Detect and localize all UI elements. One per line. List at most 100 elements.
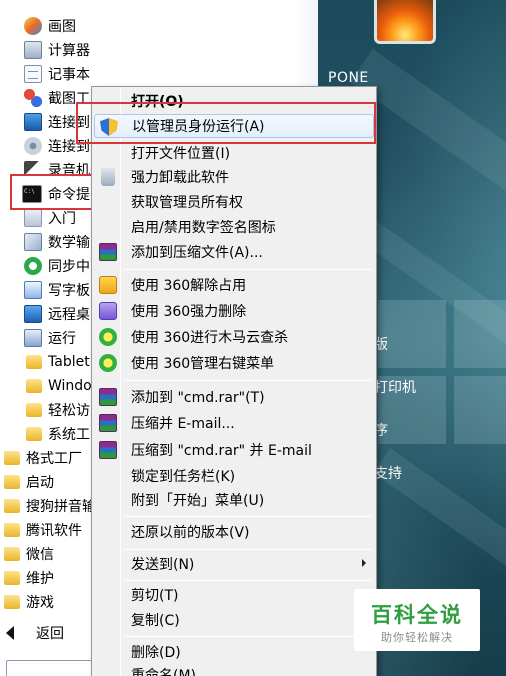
folder-system-tools[interactable]: 系统工 — [26, 422, 90, 446]
360-scan-icon — [99, 328, 117, 346]
program-command-prompt[interactable]: 命令提 — [22, 182, 90, 206]
folder-icon — [26, 427, 42, 441]
menu-separator — [124, 380, 372, 381]
menu-item-open-file-location[interactable]: 打开文件位置(I) — [94, 141, 374, 165]
cmd-icon — [22, 185, 42, 203]
sync-center-icon — [24, 257, 42, 275]
menu-item-toggle-signature-icon[interactable]: 启用/禁用数字签名图标 — [94, 215, 374, 239]
math-input-icon — [24, 233, 42, 251]
folder-icon — [26, 403, 42, 417]
folder-windows[interactable]: Windo — [26, 374, 92, 398]
menu-item-add-to-cmd-rar[interactable]: 添加到 "cmd.rar"(T) — [94, 385, 374, 409]
program-notepad[interactable]: 记事本 — [24, 62, 90, 86]
baike-watermark: 百科全说 助你轻松解决 — [354, 589, 480, 651]
program-paint[interactable]: 画图 — [24, 14, 76, 38]
menu-separator — [124, 269, 372, 270]
watermark-subtitle: 助你轻松解决 — [381, 631, 453, 644]
folder-wechat[interactable]: 微信 — [4, 542, 54, 566]
menu-item-360-trojan-scan[interactable]: 使用 360进行木马云查杀 — [94, 325, 374, 349]
menu-item-open[interactable]: 打开(O) — [94, 89, 374, 113]
program-getting-started[interactable]: 入门 — [24, 206, 76, 230]
watermark-title: 百科全说 — [371, 603, 463, 627]
menu-item-360-manage-menu[interactable]: 使用 360管理右键菜单 — [94, 351, 374, 375]
360-scan-icon — [99, 354, 117, 372]
program-calculator[interactable]: 计算器 — [24, 38, 90, 62]
back-button[interactable]: 返回 — [6, 623, 64, 643]
wordpad-icon — [24, 281, 42, 299]
menu-item-run-as-admin[interactable]: 以管理员身份运行(A) — [94, 114, 374, 138]
folder-format-factory[interactable]: 格式工厂 — [4, 446, 82, 470]
menu-item-pin-taskbar[interactable]: 锁定到任务栏(K) — [94, 464, 374, 488]
folder-icon — [4, 595, 20, 609]
menu-item-rename[interactable]: 重命名(M) — [94, 663, 374, 676]
right-link-printers[interactable]: 打印机 — [374, 377, 416, 397]
program-remote-desktop[interactable]: 远程桌 — [24, 302, 90, 326]
windows-logo-watermark — [378, 300, 506, 450]
folder-maintenance[interactable]: 维护 — [4, 566, 54, 590]
folder-games[interactable]: 游戏 — [4, 590, 54, 614]
folder-icon — [26, 355, 42, 369]
program-sync-center[interactable]: 同步中 — [24, 254, 90, 278]
run-icon — [24, 329, 42, 347]
winrar-icon — [99, 388, 117, 406]
program-snipping-tool[interactable]: 截图工 — [24, 86, 90, 110]
menu-item-force-uninstall[interactable]: 强力卸载此软件 — [94, 165, 374, 189]
uac-shield-icon — [100, 118, 118, 136]
program-connect-projector[interactable]: 连接到 — [24, 110, 90, 134]
right-link-help[interactable]: 支持 — [374, 463, 402, 483]
user-name-link[interactable]: PONE — [328, 70, 369, 86]
winrar-icon — [99, 441, 117, 459]
context-menu: 打开(O) 以管理员身份运行(A) 打开文件位置(I) 强力卸载此软件 获取管理… — [91, 86, 377, 676]
menu-item-add-to-archive[interactable]: 添加到压缩文件(A)... — [94, 240, 374, 264]
menu-item-compress-email[interactable]: 压缩并 E-mail... — [94, 411, 374, 435]
menu-item-360-unlock[interactable]: 使用 360解除占用 — [94, 273, 374, 297]
winrar-icon — [99, 243, 117, 261]
microphone-icon — [24, 161, 42, 179]
folder-sogou-pinyin[interactable]: 搜狗拼音输 — [4, 494, 96, 518]
snipping-tool-icon — [24, 89, 42, 107]
folder-icon — [4, 523, 20, 537]
submenu-arrow-icon — [362, 559, 366, 567]
paint-icon — [24, 17, 42, 35]
menu-item-copy[interactable]: 复制(C) — [94, 608, 374, 632]
folder-tencent[interactable]: 腾讯软件 — [4, 518, 82, 542]
folder-ease-of-access[interactable]: 轻松访 — [26, 398, 90, 422]
network-disk-icon — [24, 137, 42, 155]
menu-separator — [124, 636, 372, 637]
menu-separator — [124, 516, 372, 517]
360-shred-icon — [99, 302, 117, 320]
menu-item-cut[interactable]: 剪切(T) — [94, 583, 374, 607]
menu-item-restore-previous[interactable]: 还原以前的版本(V) — [94, 520, 374, 544]
user-avatar[interactable] — [374, 0, 436, 44]
360-unlock-icon — [99, 276, 117, 294]
back-arrow-icon — [6, 626, 14, 640]
program-run[interactable]: 运行 — [24, 326, 76, 350]
folder-icon — [4, 571, 20, 585]
projector-icon — [24, 113, 42, 131]
menu-separator — [124, 549, 372, 550]
menu-item-delete[interactable]: 删除(D) — [94, 640, 374, 664]
program-math-input[interactable]: 数学输 — [24, 230, 90, 254]
menu-separator — [124, 580, 372, 581]
folder-icon — [26, 379, 42, 393]
winrar-icon — [99, 414, 117, 432]
program-wordpad[interactable]: 写字板 — [24, 278, 90, 302]
menu-item-360-force-delete[interactable]: 使用 360强力删除 — [94, 299, 374, 323]
folder-icon — [4, 499, 20, 513]
program-connect-network[interactable]: 连接到 — [24, 134, 90, 158]
program-sound-recorder[interactable]: 录音机 — [24, 158, 90, 182]
back-label: 返回 — [36, 626, 64, 642]
recycle-bin-icon — [101, 168, 115, 186]
folder-icon — [4, 451, 20, 465]
menu-item-send-to[interactable]: 发送到(N) — [94, 552, 374, 576]
menu-item-compress-cmd-rar-email[interactable]: 压缩到 "cmd.rar" 并 E-mail — [94, 438, 374, 462]
calculator-icon — [24, 41, 42, 59]
remote-desktop-icon — [24, 305, 42, 323]
folder-startup[interactable]: 启动 — [4, 470, 54, 494]
getting-started-icon — [24, 209, 42, 227]
menu-item-take-ownership[interactable]: 获取管理员所有权 — [94, 190, 374, 214]
folder-icon — [4, 475, 20, 489]
menu-item-pin-start[interactable]: 附到「开始」菜单(U) — [94, 488, 374, 512]
folder-tablet[interactable]: Tablet — [26, 350, 90, 374]
folder-icon — [4, 547, 20, 561]
